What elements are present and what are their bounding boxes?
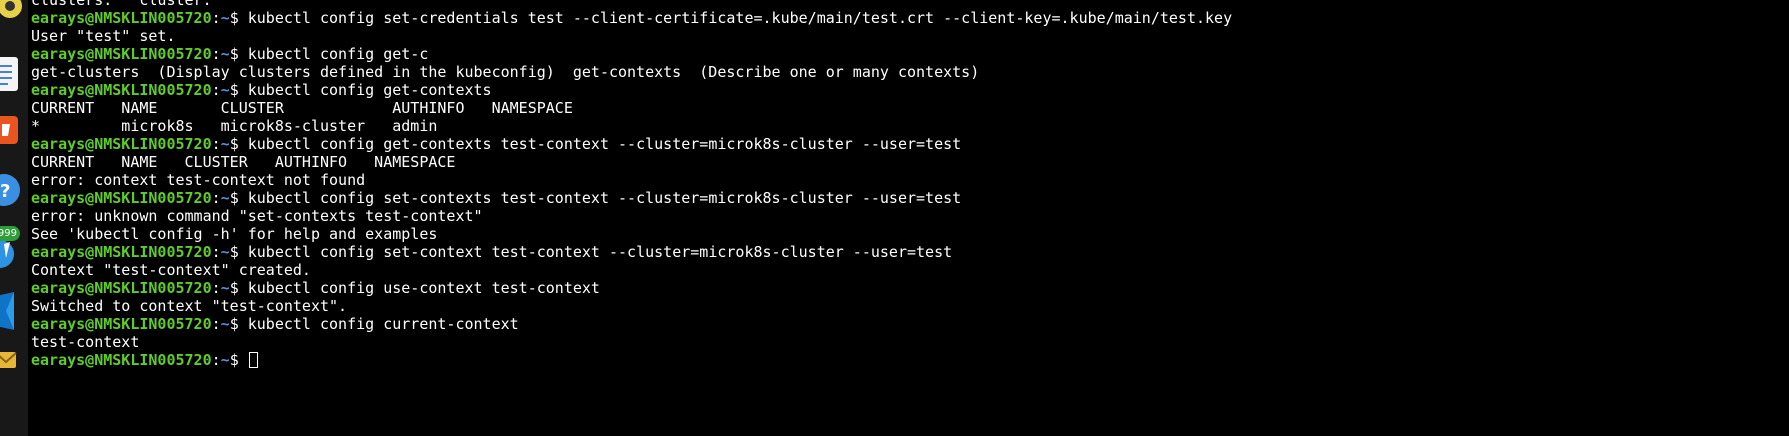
prompt-user-host: earays@NMSKLIN005720 <box>31 45 212 63</box>
output-line: clusters: cluster: <box>31 0 1789 9</box>
prompt-user-host: earays@NMSKLIN005720 <box>31 279 212 297</box>
command-line: earays@NMSKLIN005720:~$ kubectl config s… <box>31 9 1789 27</box>
prompt-path: ~ <box>220 279 230 297</box>
output-line: Context "test-context" created. <box>31 261 1789 279</box>
prompt-separator: : <box>211 9 221 27</box>
prompt-separator: : <box>211 81 221 99</box>
output-text: CURRENT NAME CLUSTER AUTHINFO NAMESPACE <box>31 153 456 171</box>
prompt-separator: : <box>211 279 221 297</box>
prompt-user-host: earays@NMSKLIN005720 <box>31 243 212 261</box>
output-text: Switched to context "test-context". <box>31 297 348 315</box>
text-editor-icon[interactable] <box>0 55 24 95</box>
prompt-symbol: $ <box>229 351 239 369</box>
prompt-separator: : <box>211 315 221 333</box>
output-line: test-context <box>31 333 1789 351</box>
prompt-user-host: earays@NMSKLIN005720 <box>31 351 212 369</box>
prompt-path: ~ <box>220 9 230 27</box>
mail-icon[interactable] <box>0 347 24 377</box>
output-line: error: unknown command "set-contexts tes… <box>31 207 1789 225</box>
output-line: get-clusters (Display clusters defined i… <box>31 63 1789 81</box>
output-text: User "test" set. <box>31 27 176 45</box>
prompt-symbol: $ <box>229 81 239 99</box>
vscode-icon[interactable] <box>0 290 24 332</box>
prompt-separator: : <box>211 189 221 207</box>
output-text: See 'kubectl config -h' for help and exa… <box>31 225 438 243</box>
output-text: error: unknown command "set-contexts tes… <box>31 207 483 225</box>
command-text: kubectl config get-c <box>247 45 429 63</box>
output-line: See 'kubectl config -h' for help and exa… <box>31 225 1789 243</box>
command-text: kubectl config get-contexts <box>247 81 492 99</box>
command-text: kubectl config set-credentials test --cl… <box>247 9 1233 27</box>
output-line: * microk8s microk8s-cluster admin <box>31 117 1789 135</box>
notification-badge: 999 <box>0 226 20 241</box>
prompt-path: ~ <box>220 45 230 63</box>
help-icon[interactable]: ? <box>0 170 24 210</box>
prompt-path: ~ <box>220 189 230 207</box>
prompt-symbol: $ <box>229 45 239 63</box>
prompt-symbol: $ <box>229 189 239 207</box>
output-text: get-clusters (Display clusters defined i… <box>31 63 980 81</box>
output-line: Switched to context "test-context". <box>31 297 1789 315</box>
prompt-path: ~ <box>220 81 230 99</box>
text-cursor[interactable] <box>248 352 258 368</box>
output-line: CURRENT NAME CLUSTER AUTHINFO NAMESPACE <box>31 153 1789 171</box>
media-player-icon[interactable] <box>0 0 24 22</box>
output-text: error: context test-context not found <box>31 171 366 189</box>
command-text: kubectl config get-contexts test-context… <box>247 135 962 153</box>
svg-text:?: ? <box>0 181 10 202</box>
prompt-symbol: $ <box>229 279 239 297</box>
software-center-icon[interactable] <box>0 112 24 148</box>
terminal-output[interactable]: clusters: cluster: earays@NMSKLIN005720:~… <box>31 0 1789 436</box>
prompt-path: ~ <box>220 351 230 369</box>
command-line: earays@NMSKLIN005720:~$ kubectl config g… <box>31 45 1789 63</box>
prompt-path: ~ <box>220 243 230 261</box>
prompt-user-host: earays@NMSKLIN005720 <box>31 81 212 99</box>
prompt-path: ~ <box>220 135 230 153</box>
command-line: earays@NMSKLIN005720:~$ kubectl config g… <box>31 135 1789 153</box>
prompt-user-host: earays@NMSKLIN005720 <box>31 189 212 207</box>
prompt-separator: : <box>211 243 221 261</box>
prompt-symbol: $ <box>229 243 239 261</box>
command-line: earays@NMSKLIN005720:~$ kubectl config s… <box>31 189 1789 207</box>
command-line: earays@NMSKLIN005720:~$ kubectl config u… <box>31 279 1789 297</box>
prompt-symbol: $ <box>229 135 239 153</box>
output-text: clusters: cluster: <box>31 0 212 9</box>
prompt-symbol: $ <box>229 9 239 27</box>
prompt-user-host: earays@NMSKLIN005720 <box>31 135 212 153</box>
command-text: kubectl config current-context <box>247 315 519 333</box>
prompt-user-host: earays@NMSKLIN005720 <box>31 315 212 333</box>
output-line: error: context test-context not found <box>31 171 1789 189</box>
command-line: earays@NMSKLIN005720:~$ <box>31 351 1789 369</box>
prompt-separator: : <box>211 135 221 153</box>
command-line: earays@NMSKLIN005720:~$ kubectl config c… <box>31 315 1789 333</box>
output-text: Context "test-context" created. <box>31 261 311 279</box>
command-text: kubectl config set-contexts test-context… <box>247 189 962 207</box>
command-text: kubectl config use-context test-context <box>247 279 600 297</box>
dock: ? 999 <box>0 0 28 436</box>
command-line: earays@NMSKLIN005720:~$ kubectl config g… <box>31 81 1789 99</box>
prompt-symbol: $ <box>229 315 239 333</box>
output-text: test-context <box>31 333 140 351</box>
output-text: CURRENT NAME CLUSTER AUTHINFO NAMESPACE <box>31 99 573 117</box>
prompt-separator: : <box>211 351 221 369</box>
output-line: CURRENT NAME CLUSTER AUTHINFO NAMESPACE <box>31 99 1789 117</box>
prompt-path: ~ <box>220 315 230 333</box>
prompt-user-host: earays@NMSKLIN005720 <box>31 9 212 27</box>
command-line: earays@NMSKLIN005720:~$ kubectl config s… <box>31 243 1789 261</box>
command-text: kubectl config set-context test-context … <box>247 243 953 261</box>
output-line: User "test" set. <box>31 27 1789 45</box>
prompt-separator: : <box>211 45 221 63</box>
output-text: * microk8s microk8s-cluster admin <box>31 117 438 135</box>
